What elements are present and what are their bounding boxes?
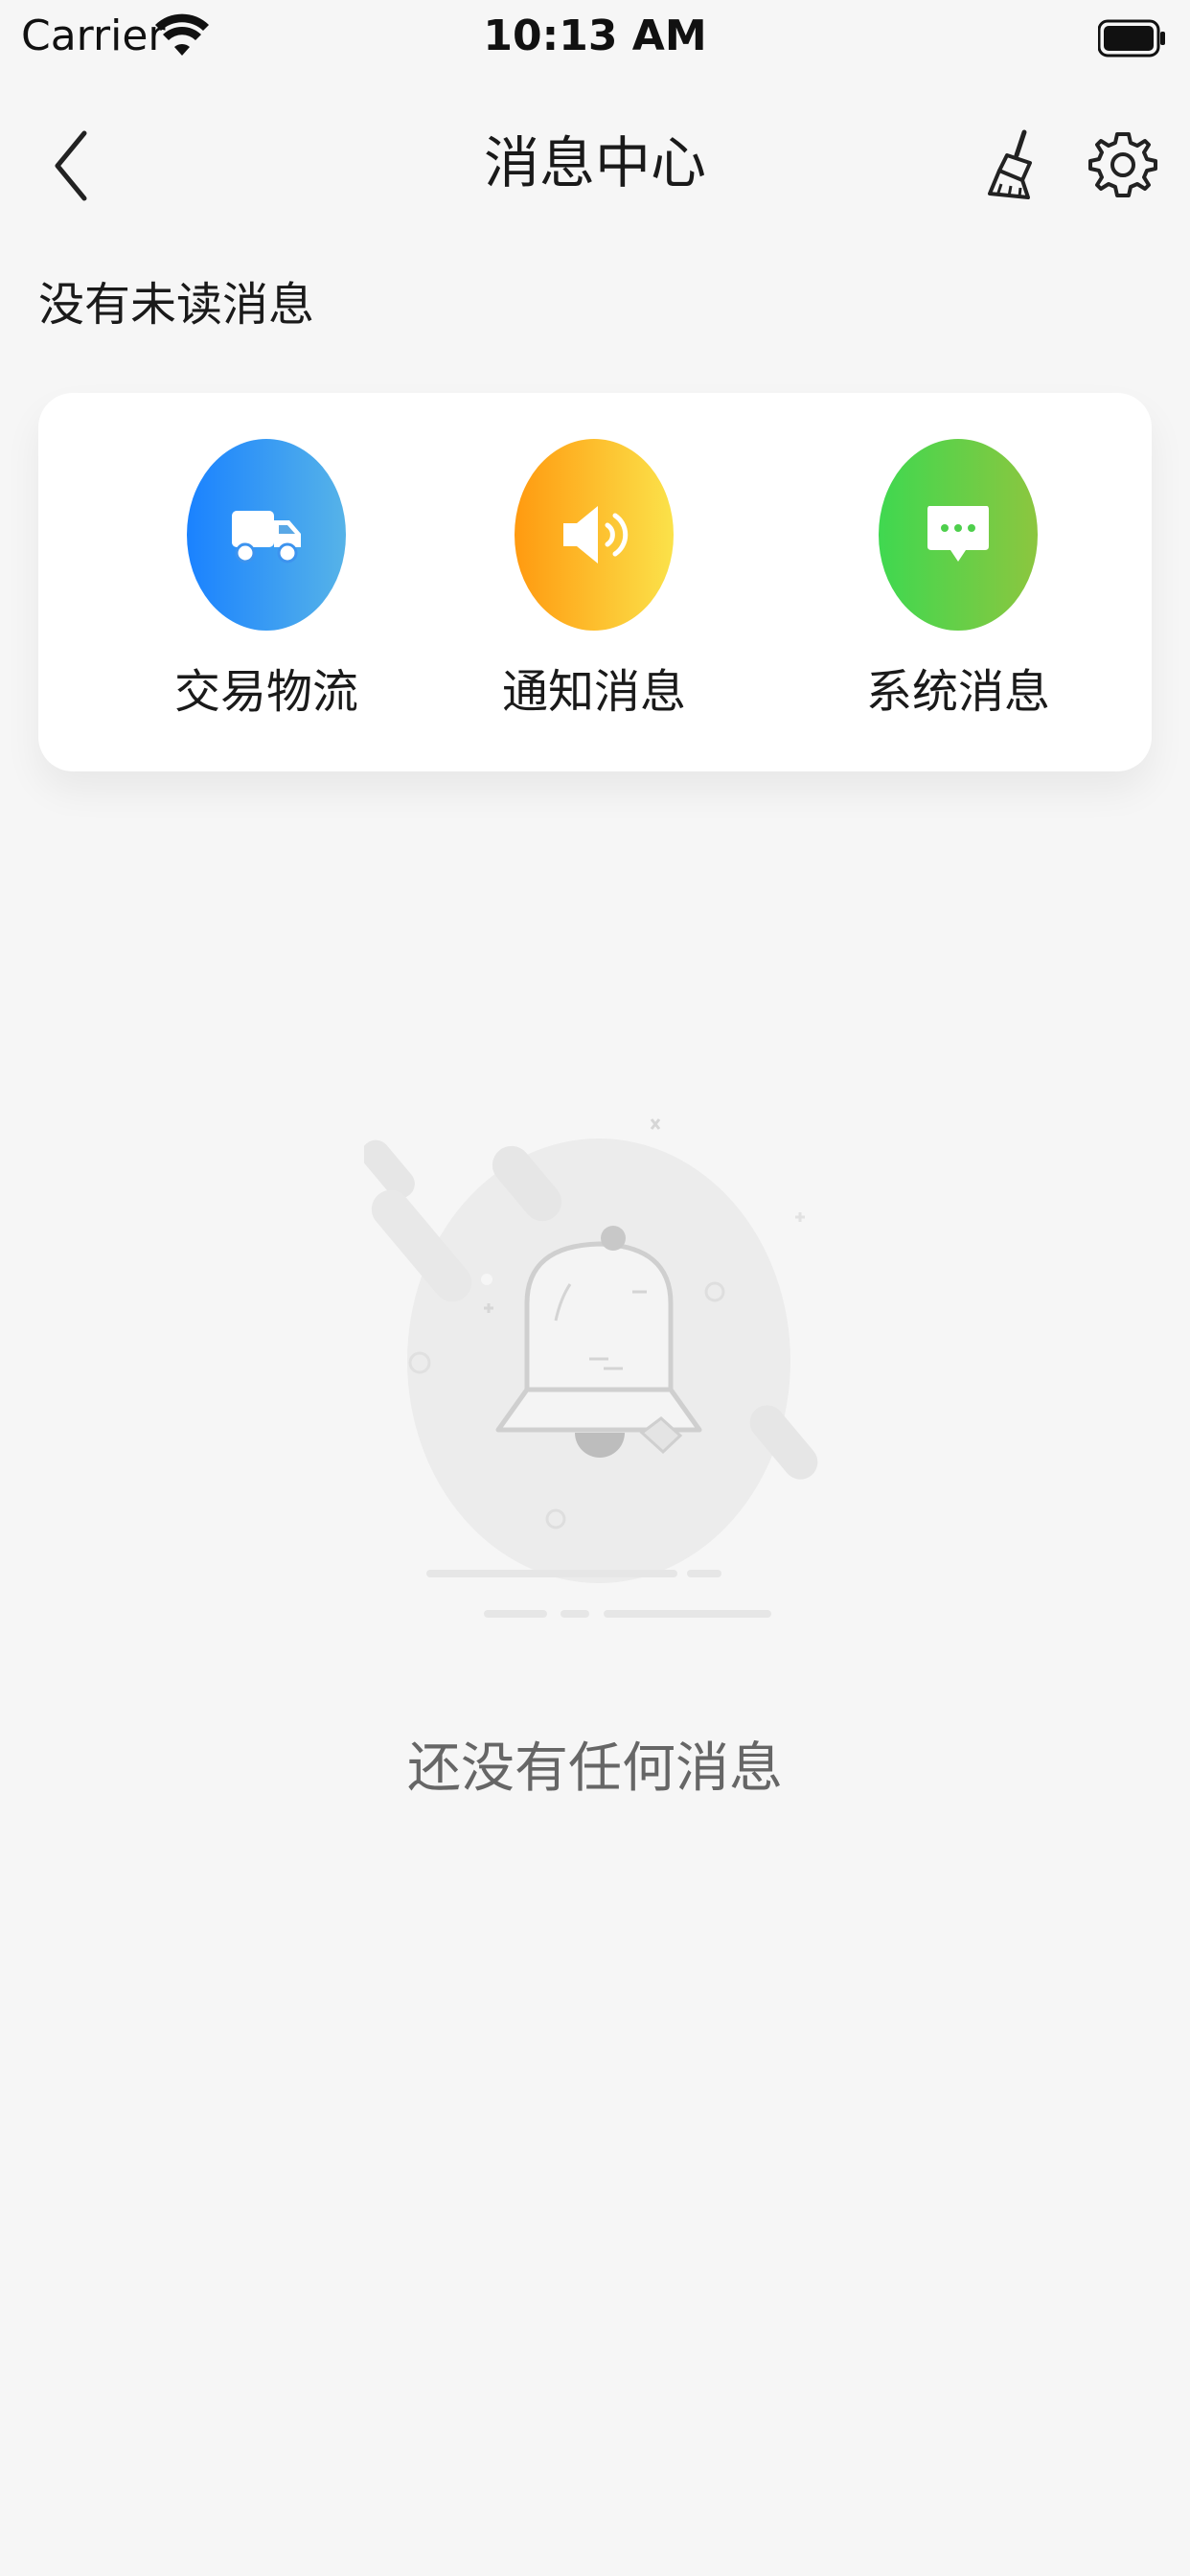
category-label: 交易物流 — [173, 665, 358, 719]
category-trade-logistics[interactable]: 交易物流 — [123, 439, 410, 721]
settings-button[interactable] — [1085, 126, 1161, 203]
status-bar: Carrier 10:13 AM — [0, 0, 1190, 80]
broom-icon — [988, 129, 1032, 199]
truck-icon — [232, 511, 301, 564]
message-category-card: 交易物流 通知消息 系统消息 — [38, 393, 1152, 771]
category-label: 通知消息 — [501, 665, 686, 719]
category-notifications[interactable]: 通知消息 — [450, 439, 738, 721]
category-icon-circle — [515, 439, 674, 631]
category-system-messages[interactable]: 系统消息 — [814, 439, 1102, 721]
speaker-icon — [563, 506, 629, 564]
empty-state-text: 还没有任何消息 — [407, 1737, 783, 1800]
bell-icon — [364, 1118, 818, 1618]
clear-messages-button[interactable] — [979, 126, 1056, 203]
category-icon-circle — [187, 439, 346, 631]
navigation-bar: 消息中心 — [0, 105, 1190, 220]
unread-status-text: 没有未读消息 — [38, 278, 315, 332]
gear-icon — [1088, 132, 1157, 197]
clock: 10:13 AM — [483, 12, 707, 60]
battery-icon — [1098, 19, 1165, 58]
empty-bell-illustration — [364, 1118, 818, 1618]
category-icon-circle — [879, 439, 1038, 631]
chat-bubble-icon — [927, 506, 989, 562]
category-label: 系统消息 — [865, 665, 1050, 719]
message-center-screen: Carrier 10:13 AM 消息中心 没有未读消息 交易物流 通知消息 系… — [0, 0, 1190, 2576]
